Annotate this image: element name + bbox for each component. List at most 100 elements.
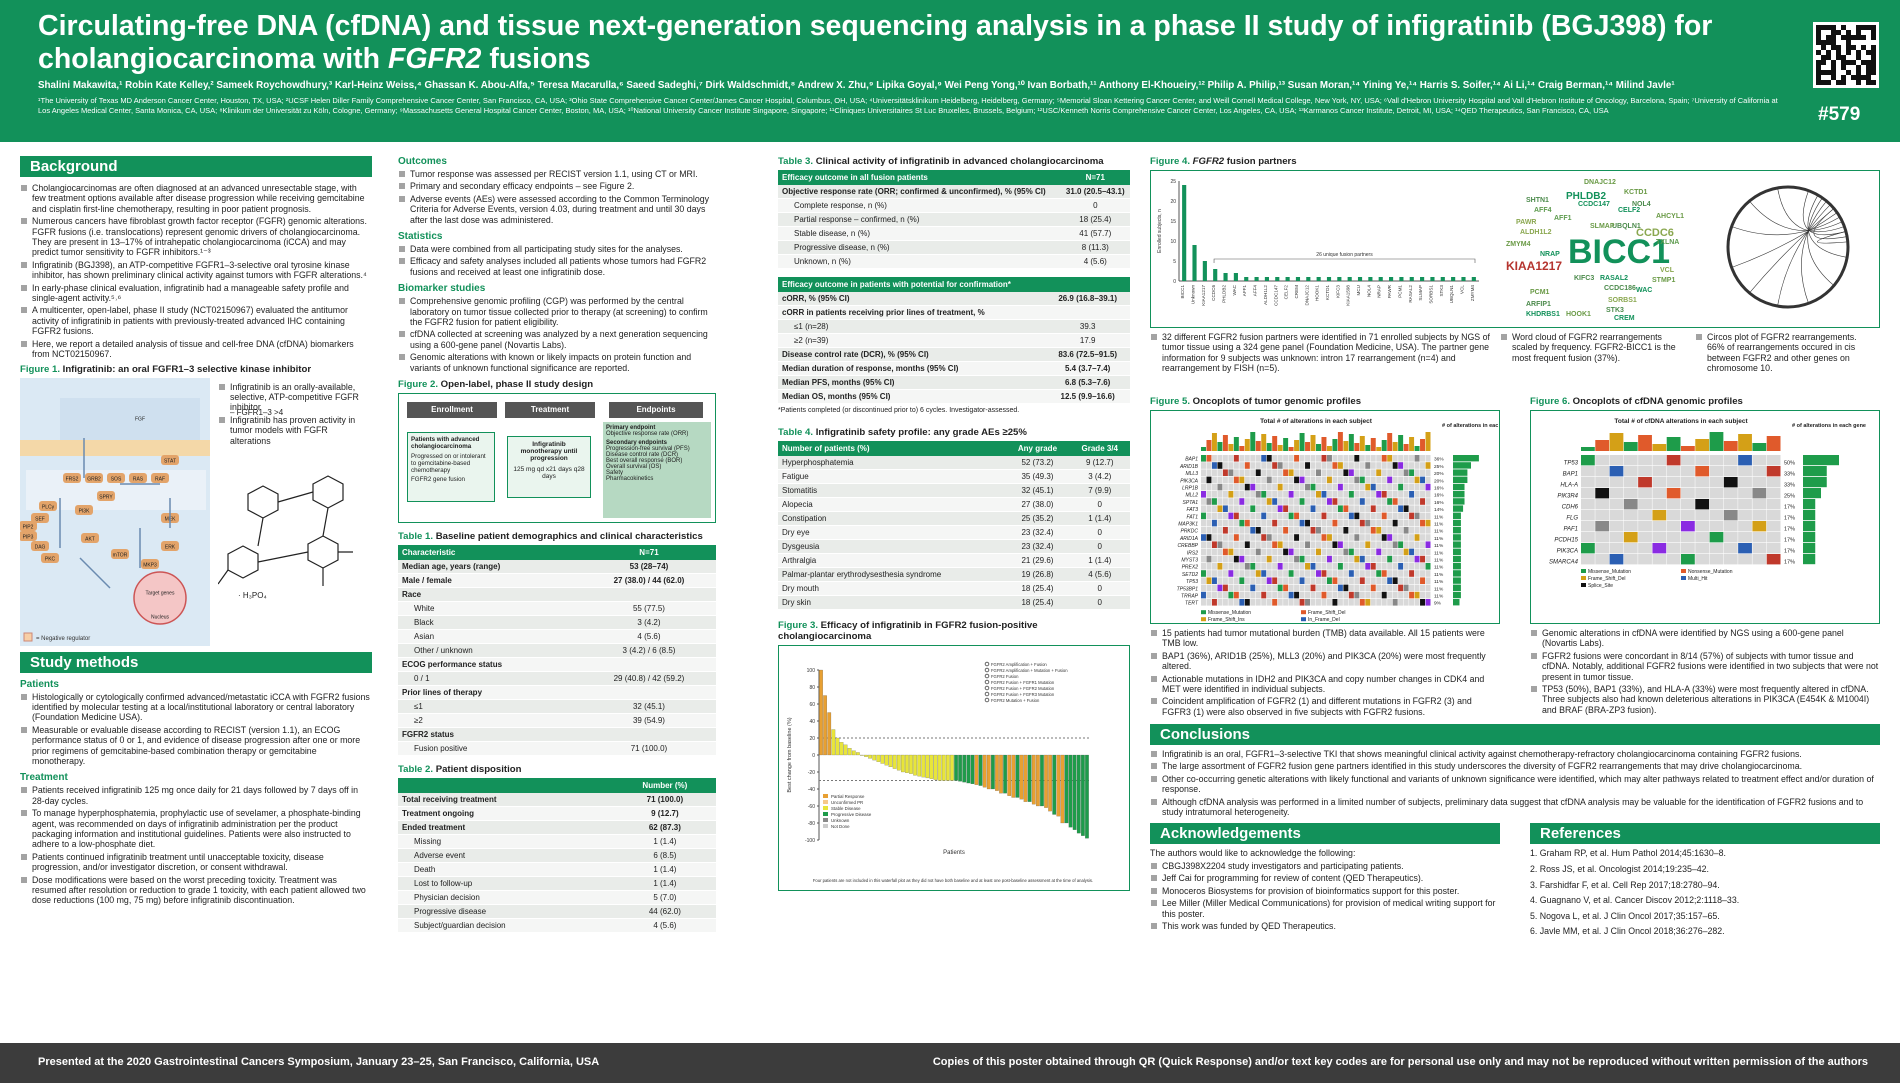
pathway-label: PKC — [45, 556, 56, 562]
oncoplot-cell — [1261, 555, 1267, 563]
oncoplot-cell — [1272, 541, 1278, 548]
oncoplot-cell — [1288, 577, 1294, 584]
oncoplot-cell — [1425, 512, 1431, 520]
oncoplot-cell — [1403, 591, 1409, 599]
acknowledgement-bullet-3: Monoceros Biosystems for provision of bi… — [1150, 886, 1500, 896]
gene-pct: 11% — [1434, 565, 1444, 571]
oncoplot-cell — [1420, 455, 1426, 462]
oncoplot-cell — [1409, 563, 1415, 570]
waterfall-bar — [876, 754, 881, 762]
oncoplot-cell — [1228, 527, 1234, 534]
gene-label: TP53BP1 — [1177, 586, 1199, 592]
oncoplot-cell — [1206, 491, 1212, 498]
table-row: cORR, % (95% CI) 26.9 (16.8–39.1) — [778, 292, 1130, 306]
subject-total-bar — [1266, 443, 1272, 451]
table-row: ≥2 (n=39) 17.9 — [778, 333, 1130, 348]
oncoplot-cell — [1310, 527, 1316, 534]
legend-swatch — [823, 793, 828, 798]
acknowledgement-bullet-2: Jeff Cai for programming for review of c… — [1150, 873, 1500, 883]
treatment-bullet-4: Dose modifications were based on the wor… — [20, 875, 372, 906]
oncoplot-cell — [1299, 555, 1305, 563]
oncoplot-cell — [1381, 591, 1387, 599]
oncoplot-cell — [1343, 483, 1349, 491]
table-row: Fusion positive 71 (100.0) — [398, 741, 716, 757]
infigratinib-structure: · H₃PO₄ — [218, 474, 353, 600]
oncoplot-cell — [1425, 476, 1431, 484]
treatment-heading: Treatment — [20, 772, 68, 784]
fusion-partner-label: HOOK1 — [1315, 285, 1320, 302]
oncoplot-cell — [1376, 512, 1382, 520]
subject-total-bar — [1244, 439, 1250, 451]
oncoplot-cell — [1228, 483, 1234, 491]
waterfall-bar — [913, 754, 917, 776]
oncoplot-cell — [1255, 469, 1261, 476]
oncoplot-cell — [1595, 477, 1610, 488]
oncoplot-cell — [1294, 548, 1300, 556]
oncoplot-cell — [1752, 554, 1767, 565]
references-list: 1. Graham RP, et al. Hum Pathol 2014;45:… — [1530, 848, 1880, 937]
oncoplot-cell — [1398, 455, 1404, 462]
oncoplot-cell — [1310, 462, 1316, 469]
figures-5-6: Figure 5. Oncoplots of tumor genomic pro… — [1150, 396, 1880, 637]
oncoplot-cell — [1359, 519, 1365, 527]
gene-pct: 33% — [1784, 483, 1795, 489]
subject-total-bar — [1695, 439, 1710, 451]
table-row: Race — [398, 587, 716, 603]
oncoplot-cell — [1414, 570, 1420, 577]
background-bullet-2: Numerous cancers have fibroblast growth … — [20, 216, 372, 258]
oncoplot-cell — [1277, 519, 1283, 527]
oncoplot-cell — [1239, 505, 1245, 512]
oncoplot-cell — [1752, 532, 1767, 543]
oncoplot-cell — [1326, 577, 1332, 584]
table-row: Unknown, n (%) 4 (5.6) — [778, 254, 1130, 269]
oncoplot-cell — [1299, 498, 1305, 505]
subject-total-bar — [1709, 432, 1724, 451]
oncoplot-cell — [1222, 469, 1228, 476]
oncoplot-cell — [1201, 469, 1206, 476]
unique-partners-bracket — [1213, 258, 1476, 263]
oncoplot-cell — [1348, 476, 1354, 484]
oncoplot-cell — [1228, 555, 1234, 563]
gene-pct: 11% — [1434, 522, 1444, 528]
oncoplot-cell — [1201, 462, 1206, 469]
oncoplot-cell — [1299, 577, 1305, 584]
word-cloud-term: KIFC3 — [1574, 275, 1595, 282]
oncoplot-cell — [1414, 498, 1420, 505]
fusion-partner-label: KIAA1217 — [1201, 285, 1206, 306]
oncoplot-cell — [1595, 488, 1610, 499]
oncoplot-cell — [1609, 477, 1624, 488]
oncoplot-cell — [1766, 510, 1781, 521]
oncoplot-cell — [1305, 498, 1311, 505]
oncoplot-cell — [1387, 527, 1393, 534]
oncoplot-cell — [1337, 519, 1343, 527]
oncoplot-cell — [1332, 519, 1338, 527]
gene-label: MLL3 — [1185, 471, 1198, 477]
oncoplot-cell — [1277, 455, 1283, 462]
table-row: Lost to follow-up 1 (1.4) — [398, 876, 716, 892]
gene-pct: 11% — [1434, 594, 1444, 600]
oncoplot-cell — [1376, 541, 1382, 548]
oncoplot-cell — [1666, 510, 1681, 521]
oncoplot-cell — [1359, 563, 1365, 570]
oncoplot-cell — [1354, 534, 1360, 541]
oncoplot-cell — [1709, 532, 1724, 543]
oncoplot-cell — [1403, 476, 1409, 484]
pathway-label: SOS — [111, 476, 122, 482]
oncoplot-cell — [1266, 505, 1272, 512]
oncoplot-cell — [1666, 532, 1681, 543]
table-row: Fatigue 35 (49.3) 3 (4.2) — [778, 469, 1130, 484]
qr-code[interactable] — [1813, 22, 1879, 88]
waterfall-bar — [1003, 754, 1007, 793]
oncoplot-cell — [1239, 599, 1245, 606]
oncoplot-cell — [1398, 591, 1404, 599]
oncoplot-cell — [1233, 584, 1239, 592]
oncoplot-cell — [1387, 462, 1393, 469]
oncoplot-cell — [1409, 469, 1415, 476]
oncoplot-cell — [1381, 498, 1387, 505]
acknowledgements-list: CBGJ398X2204 study investigators and par… — [1150, 861, 1500, 931]
fusion-partner-bar-chart: 0510152025BICC1 Unknown KIAA1217 CCDC6 PHLDB… — [1157, 179, 1479, 306]
oncoplot-cell — [1294, 455, 1300, 462]
oncoplot-cell — [1365, 591, 1371, 599]
waterfall-bar — [1015, 754, 1020, 798]
oncoplot-cell — [1201, 483, 1206, 491]
